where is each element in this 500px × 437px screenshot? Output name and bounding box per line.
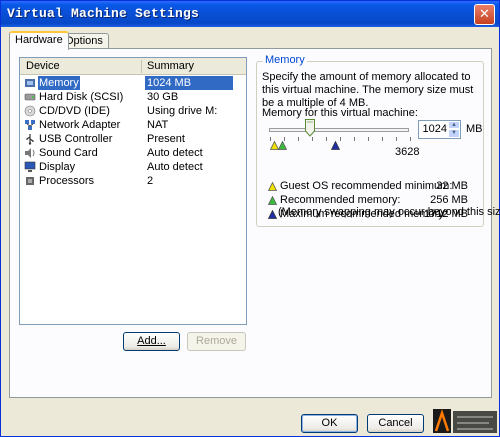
spin-up-button[interactable]: ▲ bbox=[448, 121, 460, 129]
slider-tick bbox=[368, 137, 369, 141]
legend-min: Guest OS recommended minimum: 32 MB bbox=[268, 180, 468, 193]
device-name: Display bbox=[39, 161, 76, 173]
memory-description: Specify the amount of memory allocated t… bbox=[262, 71, 474, 109]
device-name: Memory bbox=[38, 76, 80, 90]
settings-window: Virtual Machine Settings ✕ Hardware Opti… bbox=[0, 0, 500, 437]
memory-group: Memory Specify the amount of memory allo… bbox=[256, 54, 484, 227]
spin-buttons: ▲ ▼ bbox=[448, 121, 460, 138]
device-summary: 30 GB bbox=[147, 91, 179, 103]
yellow-triangle-icon bbox=[268, 182, 277, 191]
device-row-memory[interactable]: Memory 1024 MB bbox=[20, 76, 246, 90]
watermark-logo bbox=[433, 409, 497, 433]
device-list[interactable]: Device Summary Memory 1024 MB Hard Disk (S… bbox=[19, 57, 247, 325]
tab-hardware[interactable]: Hardware bbox=[9, 31, 69, 50]
device-row-processors[interactable]: Processors 2 bbox=[20, 174, 246, 188]
slider-tick bbox=[410, 137, 411, 141]
device-row-display[interactable]: Display Auto detect bbox=[20, 160, 246, 174]
device-name: CD/DVD (IDE) bbox=[39, 105, 110, 117]
slider-tick bbox=[340, 137, 341, 141]
spin-down-button[interactable]: ▼ bbox=[448, 129, 460, 138]
device-summary: Auto detect bbox=[147, 161, 203, 173]
network-adapter-icon bbox=[25, 120, 35, 130]
legend-value: 32 MB bbox=[436, 180, 468, 192]
memory-swap-note: (Memory swapping may occur beyond this s… bbox=[278, 206, 500, 218]
blue-triangle-icon bbox=[331, 141, 340, 150]
device-list-header: Device Summary bbox=[20, 58, 246, 75]
window-title: Virtual Machine Settings bbox=[7, 6, 200, 21]
memory-icon bbox=[25, 79, 35, 87]
device-name: Network Adapter bbox=[39, 119, 121, 131]
legend-value: 256 MB bbox=[430, 194, 468, 206]
usb-icon bbox=[26, 134, 34, 145]
slider-tick bbox=[298, 137, 299, 141]
slider-tick bbox=[354, 137, 355, 141]
memory-unit: MB bbox=[466, 123, 483, 135]
device-summary: Auto detect bbox=[147, 147, 203, 159]
green-triangle-icon bbox=[278, 141, 287, 150]
memory-value: 1024 bbox=[422, 123, 447, 135]
green-triangle-icon bbox=[268, 196, 277, 205]
device-row-hard-disk-scsi[interactable]: Hard Disk (SCSI) 30 GB bbox=[20, 90, 246, 104]
ok-button[interactable]: OK bbox=[301, 414, 358, 433]
device-summary: Using drive M: bbox=[147, 105, 218, 117]
sound-card-icon bbox=[25, 148, 35, 158]
device-name: Sound Card bbox=[39, 147, 98, 159]
slider-tick bbox=[382, 137, 383, 141]
close-button[interactable]: ✕ bbox=[474, 4, 495, 25]
device-name: USB Controller bbox=[39, 133, 113, 145]
memory-slider-track[interactable] bbox=[269, 128, 409, 132]
device-row-sound-card[interactable]: Sound Card Auto detect bbox=[20, 146, 246, 160]
cd-dvd-icon bbox=[24, 105, 36, 117]
add-button[interactable]: Add... bbox=[123, 332, 180, 351]
title-bar[interactable]: Virtual Machine Settings ✕ bbox=[1, 1, 499, 27]
device-summary: 1024 MB bbox=[147, 77, 192, 89]
memory-slider-thumb[interactable] bbox=[305, 119, 315, 137]
slider-tick bbox=[396, 137, 397, 141]
device-row-usb-controller[interactable]: USB Controller Present bbox=[20, 132, 246, 146]
remove-button[interactable]: Remove bbox=[187, 332, 246, 351]
memory-group-title: Memory bbox=[263, 54, 307, 66]
column-separator bbox=[141, 60, 142, 73]
device-summary: Present bbox=[147, 133, 185, 145]
hard-disk-icon bbox=[24, 93, 36, 101]
processor-icon bbox=[26, 177, 34, 185]
memory-field-label: Memory for this virtual machine: bbox=[262, 107, 418, 119]
column-device[interactable]: Device bbox=[26, 60, 60, 72]
column-summary[interactable]: Summary bbox=[147, 60, 194, 72]
display-icon bbox=[24, 161, 36, 172]
device-row-cd-dvd-ide[interactable]: CD/DVD (IDE) Using drive M: bbox=[20, 104, 246, 118]
legend-label: Guest OS recommended minimum: bbox=[280, 180, 453, 192]
legend-label: Recommended memory: bbox=[280, 194, 401, 206]
device-row-network-adapter[interactable]: Network Adapter NAT bbox=[20, 118, 246, 132]
device-summary: 2 bbox=[147, 175, 154, 187]
slider-tick bbox=[326, 137, 327, 141]
blue-triangle-icon bbox=[268, 210, 277, 219]
slider-max-label: 3628 bbox=[395, 146, 420, 158]
cancel-button[interactable]: Cancel bbox=[367, 414, 424, 433]
slider-tick bbox=[312, 137, 313, 141]
memory-spinbox[interactable]: 1024 ▲ ▼ bbox=[418, 120, 461, 139]
device-name: Hard Disk (SCSI) bbox=[39, 91, 124, 103]
device-name: Processors bbox=[39, 175, 95, 187]
device-summary: NAT bbox=[147, 119, 169, 131]
hardware-panel: Device Summary Memory 1024 MB Hard Disk (S… bbox=[9, 48, 492, 398]
add-button-label: Add... bbox=[137, 335, 166, 347]
